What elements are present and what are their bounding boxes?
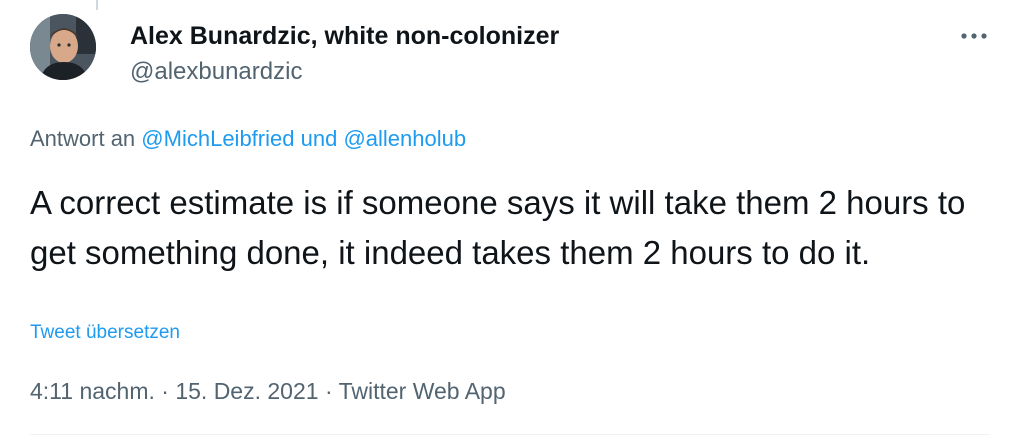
more-options-button[interactable] (956, 24, 992, 48)
reply-mention-allenholub[interactable]: @allenholub (343, 126, 466, 151)
author-handle[interactable]: @alexbunardzic (130, 58, 302, 86)
reply-mention-michleibfried[interactable]: @MichLeibfried (141, 126, 294, 151)
thread-connector-line (96, 0, 98, 10)
tweet-source[interactable]: Twitter Web App (339, 378, 506, 404)
meta-separator: · (161, 378, 169, 404)
reply-context: Antwort an @MichLeibfried und @allenholu… (30, 126, 466, 152)
avatar[interactable] (30, 14, 96, 80)
reply-conjunction: und (300, 126, 338, 151)
tweet-metadata: 4:11 nachm. · 15. Dez. 2021 · Twitter We… (30, 378, 506, 405)
translate-tweet-link[interactable]: Tweet übersetzen (30, 322, 180, 344)
tweet-card: Alex Bunardzic, white non-colonizer @ale… (0, 0, 1014, 438)
avatar-image (30, 14, 96, 80)
author-name[interactable]: Alex Bunardzic, white non-colonizer (130, 22, 559, 51)
tweet-time[interactable]: 4:11 nachm. (30, 378, 155, 404)
reply-prefix: Antwort an (30, 126, 136, 151)
tweet-text: A correct estimate is if someone says it… (30, 184, 966, 271)
divider (30, 434, 990, 435)
more-horizontal-icon (961, 33, 987, 39)
tweet-date[interactable]: 15. Dez. 2021 (175, 378, 318, 404)
meta-separator: · (324, 378, 333, 404)
